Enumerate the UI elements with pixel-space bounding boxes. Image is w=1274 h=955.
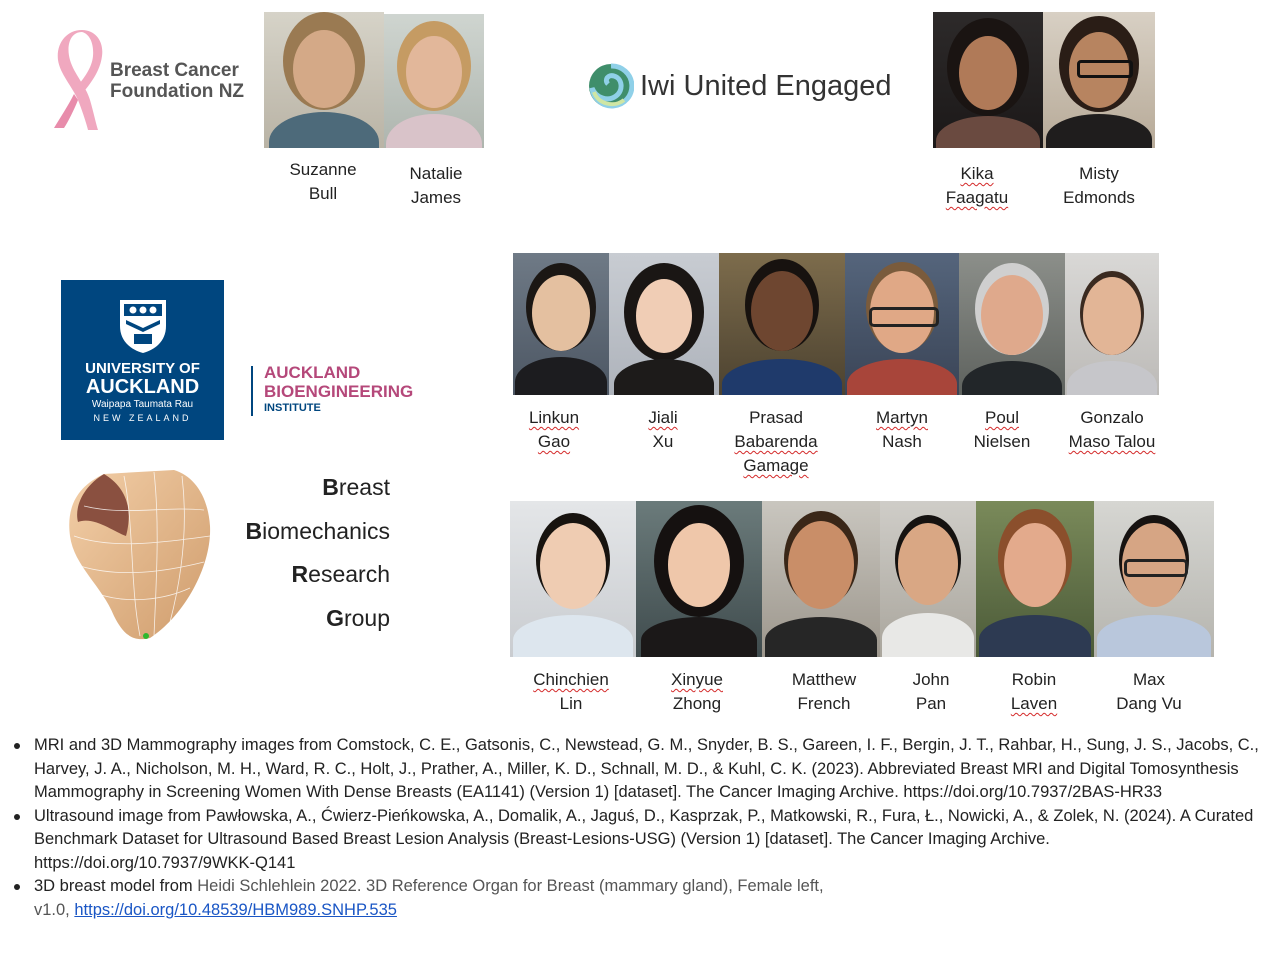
reference-ultrasound: Ultrasound image from Pawłowska, A., Ćwi… bbox=[14, 805, 1269, 876]
reference-ultrasound-text: Ultrasound image from Pawłowska, A., Ćwi… bbox=[34, 806, 1254, 872]
name-prasad-babarenda-gamage: Prasad Babarenda Gamage bbox=[734, 408, 818, 475]
koru-swirl-icon bbox=[589, 63, 634, 109]
bbrg-biomechanics: Biomechanics bbox=[245, 518, 390, 544]
photo-xinyue-zhong bbox=[636, 501, 762, 657]
photo-robin-laven bbox=[976, 501, 1094, 657]
name-misty-edmonds: Misty Edmonds bbox=[1063, 164, 1135, 207]
uoa-logo: UNIVERSITY OF AUCKLAND Waipapa Taumata R… bbox=[61, 280, 224, 440]
reference-mri-text: MRI and 3D Mammography images from Comst… bbox=[34, 736, 1259, 801]
bcf-logo: Breast Cancer Foundation NZ bbox=[52, 28, 252, 132]
uoa-line4: NEW ZEALAND bbox=[93, 413, 192, 423]
photo-martyn-nash bbox=[845, 253, 959, 395]
name-natalie-james: Natalie James bbox=[409, 164, 463, 207]
abi-logo: AUCKLAND BIOENGINEERING INSTITUTE bbox=[264, 364, 413, 415]
photo-gonzalo-maso-talou bbox=[1065, 253, 1159, 395]
reference-3d-source: Heidi Schlehlein 2022. 3D Reference Orga… bbox=[197, 877, 824, 895]
reference-3d-prefix: 3D breast model from bbox=[34, 877, 198, 895]
abi-line3: INSTITUTE bbox=[264, 402, 321, 414]
name-kika-faagatu: Kika Faagatu bbox=[945, 164, 1009, 207]
name-chinchien-lin: Chinchien Lin bbox=[533, 670, 609, 713]
uoa-line3: Waipapa Taumata Rau bbox=[91, 399, 194, 410]
uoa-line2: AUCKLAND bbox=[85, 376, 200, 398]
photo-natalie-james bbox=[384, 14, 484, 148]
name-jiali-xu: Jiali Xu bbox=[648, 408, 678, 451]
photo-matthew-french bbox=[762, 501, 880, 657]
photo-john-pan bbox=[880, 501, 976, 657]
bullet-icon bbox=[14, 743, 20, 749]
photo-misty-edmonds bbox=[1043, 12, 1155, 148]
reference-3d-model: 3D breast model from Heidi Schlehlein 20… bbox=[14, 875, 1269, 922]
name-max-dang-vu: Max Dang Vu bbox=[1116, 670, 1182, 713]
bbrg-research: Research bbox=[291, 561, 390, 587]
photo-chinchien-lin bbox=[510, 501, 636, 657]
bcf-name-line1: Breast Cancer bbox=[110, 60, 239, 81]
breast-model-3d-icon bbox=[69, 470, 211, 640]
photo-poul-nielsen bbox=[959, 253, 1065, 395]
bcf-name-line2: Foundation NZ bbox=[110, 81, 245, 102]
bbrg-title: Breast Biomechanics Research Group bbox=[220, 474, 390, 644]
reference-3d-doi-link[interactable]: https://doi.org/10.48539/HBM989.SNHP.535 bbox=[74, 901, 397, 919]
crest-icon bbox=[120, 300, 166, 353]
uoa-line1: UNIVERSITY OF bbox=[85, 360, 200, 377]
photo-kika-faagatu bbox=[933, 12, 1043, 148]
bullet-icon bbox=[14, 813, 20, 820]
bbrg-breast: Breast bbox=[322, 474, 390, 500]
iwi-name: Iwi United Engaged bbox=[640, 70, 892, 102]
photo-max-dang-vu bbox=[1094, 501, 1214, 657]
abi-divider bbox=[251, 366, 253, 416]
photo-linkun-gao bbox=[513, 253, 609, 395]
name-suzanne-bull: Suzanne Bull bbox=[289, 160, 357, 203]
bullet-icon bbox=[14, 884, 20, 890]
bbrg-group: Group bbox=[326, 605, 390, 631]
abi-line2: BIOENGINEERING bbox=[264, 382, 414, 401]
photo-suzanne-bull bbox=[264, 12, 384, 148]
pink-ribbon-icon bbox=[54, 30, 103, 130]
iwi-logo: Iwi United Engaged bbox=[588, 62, 908, 114]
references-list: MRI and 3D Mammography images from Comst… bbox=[14, 734, 1269, 922]
photo-jiali-xu bbox=[609, 253, 719, 395]
name-gonzalo-maso-talou: Gonzalo Maso Talou bbox=[1068, 408, 1156, 451]
name-robin-laven: Robin Laven bbox=[1010, 670, 1058, 713]
abi-line1: AUCKLAND bbox=[264, 363, 361, 382]
photo-prasad-babarenda-gamage bbox=[719, 253, 845, 395]
name-xinyue-zhong: Xinyue Zhong bbox=[671, 670, 723, 713]
reference-mri: MRI and 3D Mammography images from Comst… bbox=[14, 734, 1269, 805]
reference-3d-version: v1.0, bbox=[34, 900, 75, 919]
